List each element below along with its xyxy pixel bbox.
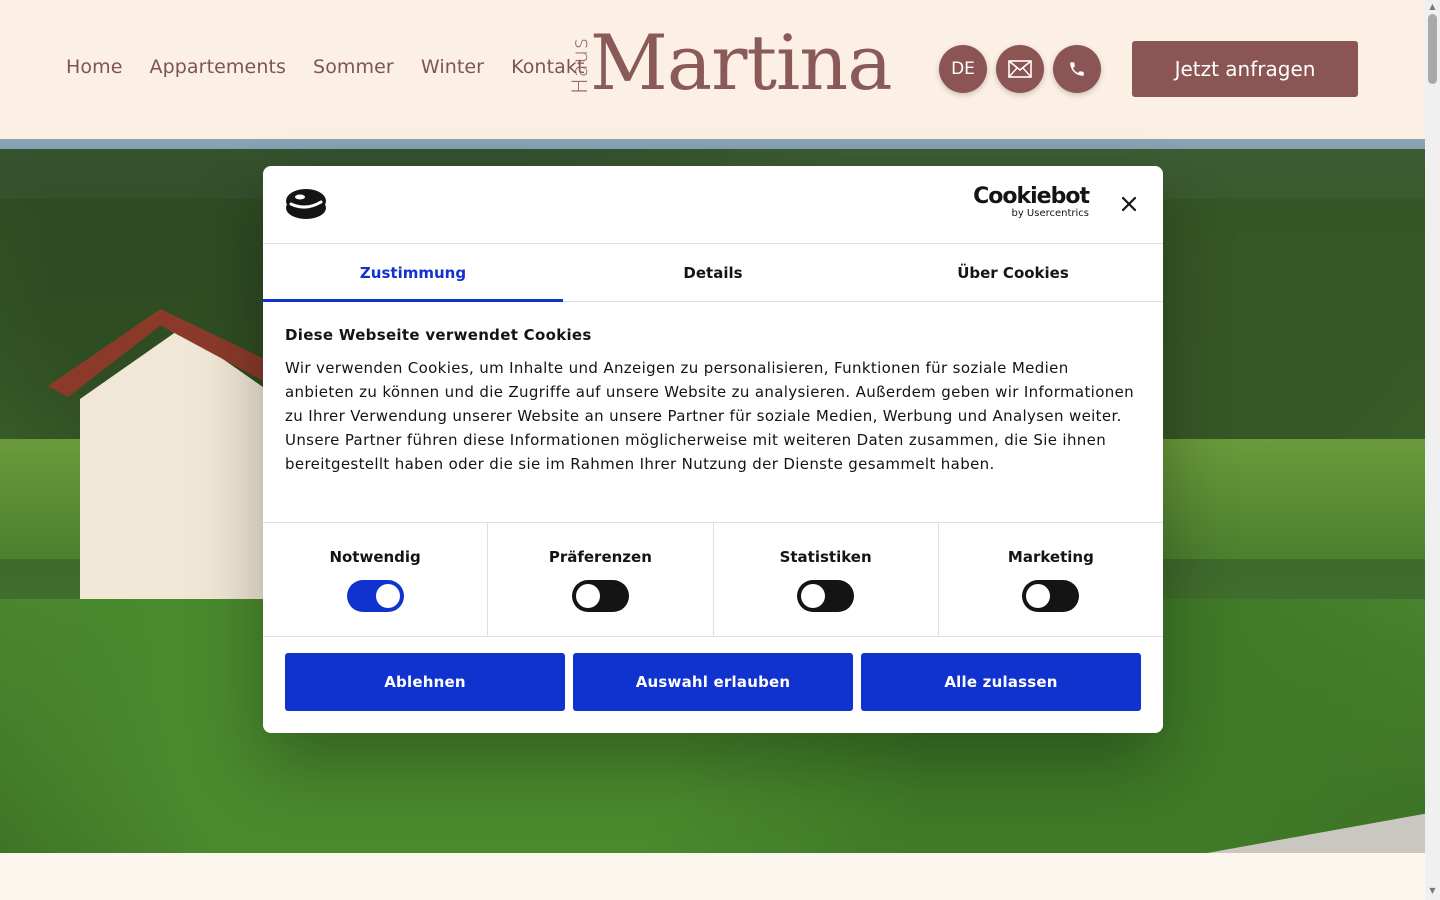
phone-icon [1070,62,1084,76]
scroll-up-icon[interactable]: ▲ [1427,2,1438,11]
close-icon [1121,196,1137,212]
allow-selection-button[interactable]: Auswahl erlauben [573,653,853,711]
tab-ueber-cookies[interactable]: Über Cookies [863,244,1163,301]
allow-all-button[interactable]: Alle zulassen [861,653,1141,711]
cookiebot-logo-icon [286,189,326,219]
logo-haus: Haus [568,37,592,94]
main-nav: Home Appartements Sommer Winter Kontakt [66,56,585,78]
dialog-header: Cookiebot by Usercentrics [263,166,1163,244]
page-scrollbar[interactable]: ▲ ▼ [1425,0,1440,900]
mail-button[interactable] [996,45,1044,93]
toggle-group-statistiken: Statistiken [714,523,939,636]
toggle-praeferenzen[interactable] [571,580,629,612]
toggle-notwendig[interactable] [346,580,404,612]
toggle-label: Marketing [1007,548,1094,566]
dialog-body: Diese Webseite verwendet Cookies Wir ver… [263,302,1163,523]
nav-home[interactable]: Home [66,56,123,78]
toggle-group-praeferenzen: Präferenzen [488,523,714,636]
dialog-heading: Diese Webseite verwendet Cookies [285,326,592,344]
dialog-text: Wir verwenden Cookies, um Inhalte und An… [285,359,1135,473]
toggle-label: Notwendig [329,548,421,566]
phone-button[interactable] [1053,45,1101,93]
cookiebot-brand: Cookiebot by Usercentrics [973,184,1090,220]
mail-icon [1008,60,1032,78]
tab-zustimmung[interactable]: Zustimmung [263,244,563,302]
consent-toggles: Notwendig Präferenzen Statistiken Market… [263,523,1163,637]
nav-appartements[interactable]: Appartements [150,56,287,78]
scroll-down-icon[interactable]: ▼ [1427,886,1438,895]
decline-button[interactable]: Ablehnen [285,653,565,711]
site-header: Home Appartements Sommer Winter Kontakt … [0,0,1425,139]
nav-sommer[interactable]: Sommer [313,56,394,78]
toggle-label: Statistiken [779,548,872,566]
inquiry-button[interactable]: Jetzt anfragen [1132,41,1358,97]
logo-name: Martina [590,18,893,107]
language-button[interactable]: DE [939,45,987,93]
nav-winter[interactable]: Winter [421,56,484,78]
tab-details[interactable]: Details [563,244,863,301]
toggle-statistiken[interactable] [797,580,855,612]
scrollbar-thumb[interactable] [1428,14,1437,84]
site-logo[interactable]: Haus Martina [566,18,893,110]
toggle-group-notwendig: Notwendig [263,523,489,636]
toggle-label: Präferenzen [548,548,652,566]
toggle-group-marketing: Marketing [939,523,1163,636]
dialog-tabs: Zustimmung Details Über Cookies [263,244,1163,302]
dialog-actions: Ablehnen Auswahl erlauben Alle zulassen [263,637,1163,727]
toggle-marketing[interactable] [1022,580,1080,612]
cookie-consent-dialog: Cookiebot by Usercentrics Zustimmung Det… [263,166,1163,733]
close-button[interactable] [1115,190,1143,218]
